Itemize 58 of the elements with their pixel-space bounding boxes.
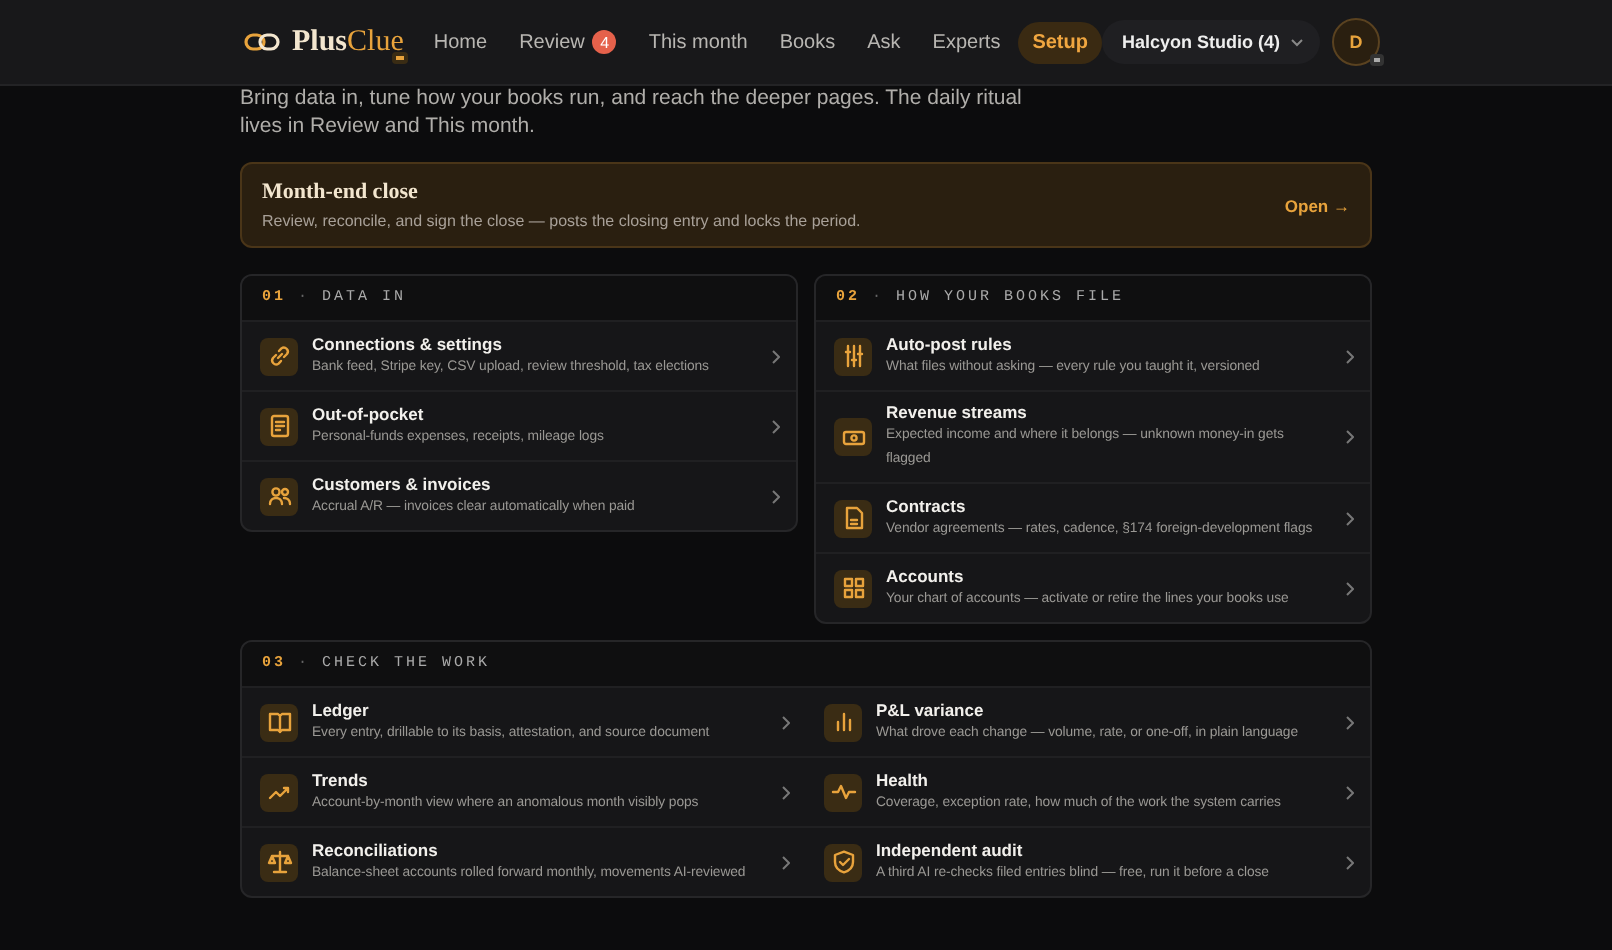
people-icon [260, 477, 298, 515]
item-title: Ledger [312, 699, 371, 719]
receipt-icon [260, 407, 298, 445]
chevron-icon [1346, 430, 1354, 444]
chevron-icon [1346, 349, 1354, 363]
item-title: Reconciliations [312, 839, 440, 859]
chevron-icon [1346, 785, 1354, 799]
intro-text: Bring data in, tune how your books run, and reach the deeper pages. The daily ritual lives in Review and This month. [240, 84, 1024, 140]
link-icon [260, 337, 298, 375]
brand-name[interactable]: PlusClue [292, 25, 404, 59]
chevron-icon [782, 855, 790, 869]
callout-title: Month-end close [262, 180, 420, 204]
item-title: Independent audit [876, 839, 1025, 859]
workspace-dropdown[interactable]: Halcyon Studio (4) [1101, 20, 1320, 64]
logo-icon [244, 32, 280, 52]
trend-up-icon [260, 773, 298, 811]
callout-text: Review, reconcile, and sign the close — posts the closing entry and locks the period. [262, 212, 863, 230]
item-title: Trends [312, 769, 370, 789]
badge-icon [1370, 54, 1384, 66]
nav-tab[interactable]: Home [419, 21, 502, 63]
chevron-icon [772, 489, 780, 503]
chevron-icon [1346, 581, 1354, 595]
sliders-icon [834, 337, 872, 375]
item-title: P&L variance [876, 699, 986, 719]
badge-icon [392, 51, 408, 63]
nav-tab[interactable]: This month [634, 21, 762, 63]
scale-icon [260, 843, 298, 881]
grid-icon [834, 569, 872, 607]
item-title: Auto-post rules [886, 333, 1014, 353]
item-title: Health [876, 769, 930, 789]
item-title: Contracts [886, 495, 968, 515]
chevron-icon [772, 419, 780, 433]
nav-tab[interactable]: Review 4 [505, 20, 631, 64]
shield-icon [824, 843, 862, 881]
chevron-icon [772, 349, 780, 363]
nav-tab[interactable]: Books [765, 21, 850, 63]
document-icon [834, 499, 872, 537]
item-title: Out-of-pocket [312, 403, 426, 423]
chevron-icon [1346, 511, 1354, 525]
chevron-icon [1346, 855, 1354, 869]
chevron-icon [782, 715, 790, 729]
nav-tab[interactable]: Experts [918, 21, 1015, 63]
pulse-icon [824, 773, 862, 811]
bar-chart-icon [824, 703, 862, 741]
chevron-icon [782, 785, 790, 799]
open-link[interactable]: Open → [1284, 195, 1350, 215]
item-title: Customers & invoices [312, 473, 493, 493]
item-title: Revenue streams [886, 402, 1029, 422]
item-title: Connections & settings [312, 333, 504, 353]
banknote-icon [834, 418, 872, 456]
book-icon [260, 703, 298, 741]
avatar[interactable]: D [1332, 18, 1380, 66]
nav-tab[interactable]: Setup [1018, 21, 1102, 63]
nav-tab[interactable]: Ask [853, 21, 915, 63]
count-badge: 4 [592, 30, 617, 54]
caret-icon [1290, 37, 1304, 47]
item-title: Accounts [886, 565, 966, 585]
chevron-icon [1346, 715, 1354, 729]
